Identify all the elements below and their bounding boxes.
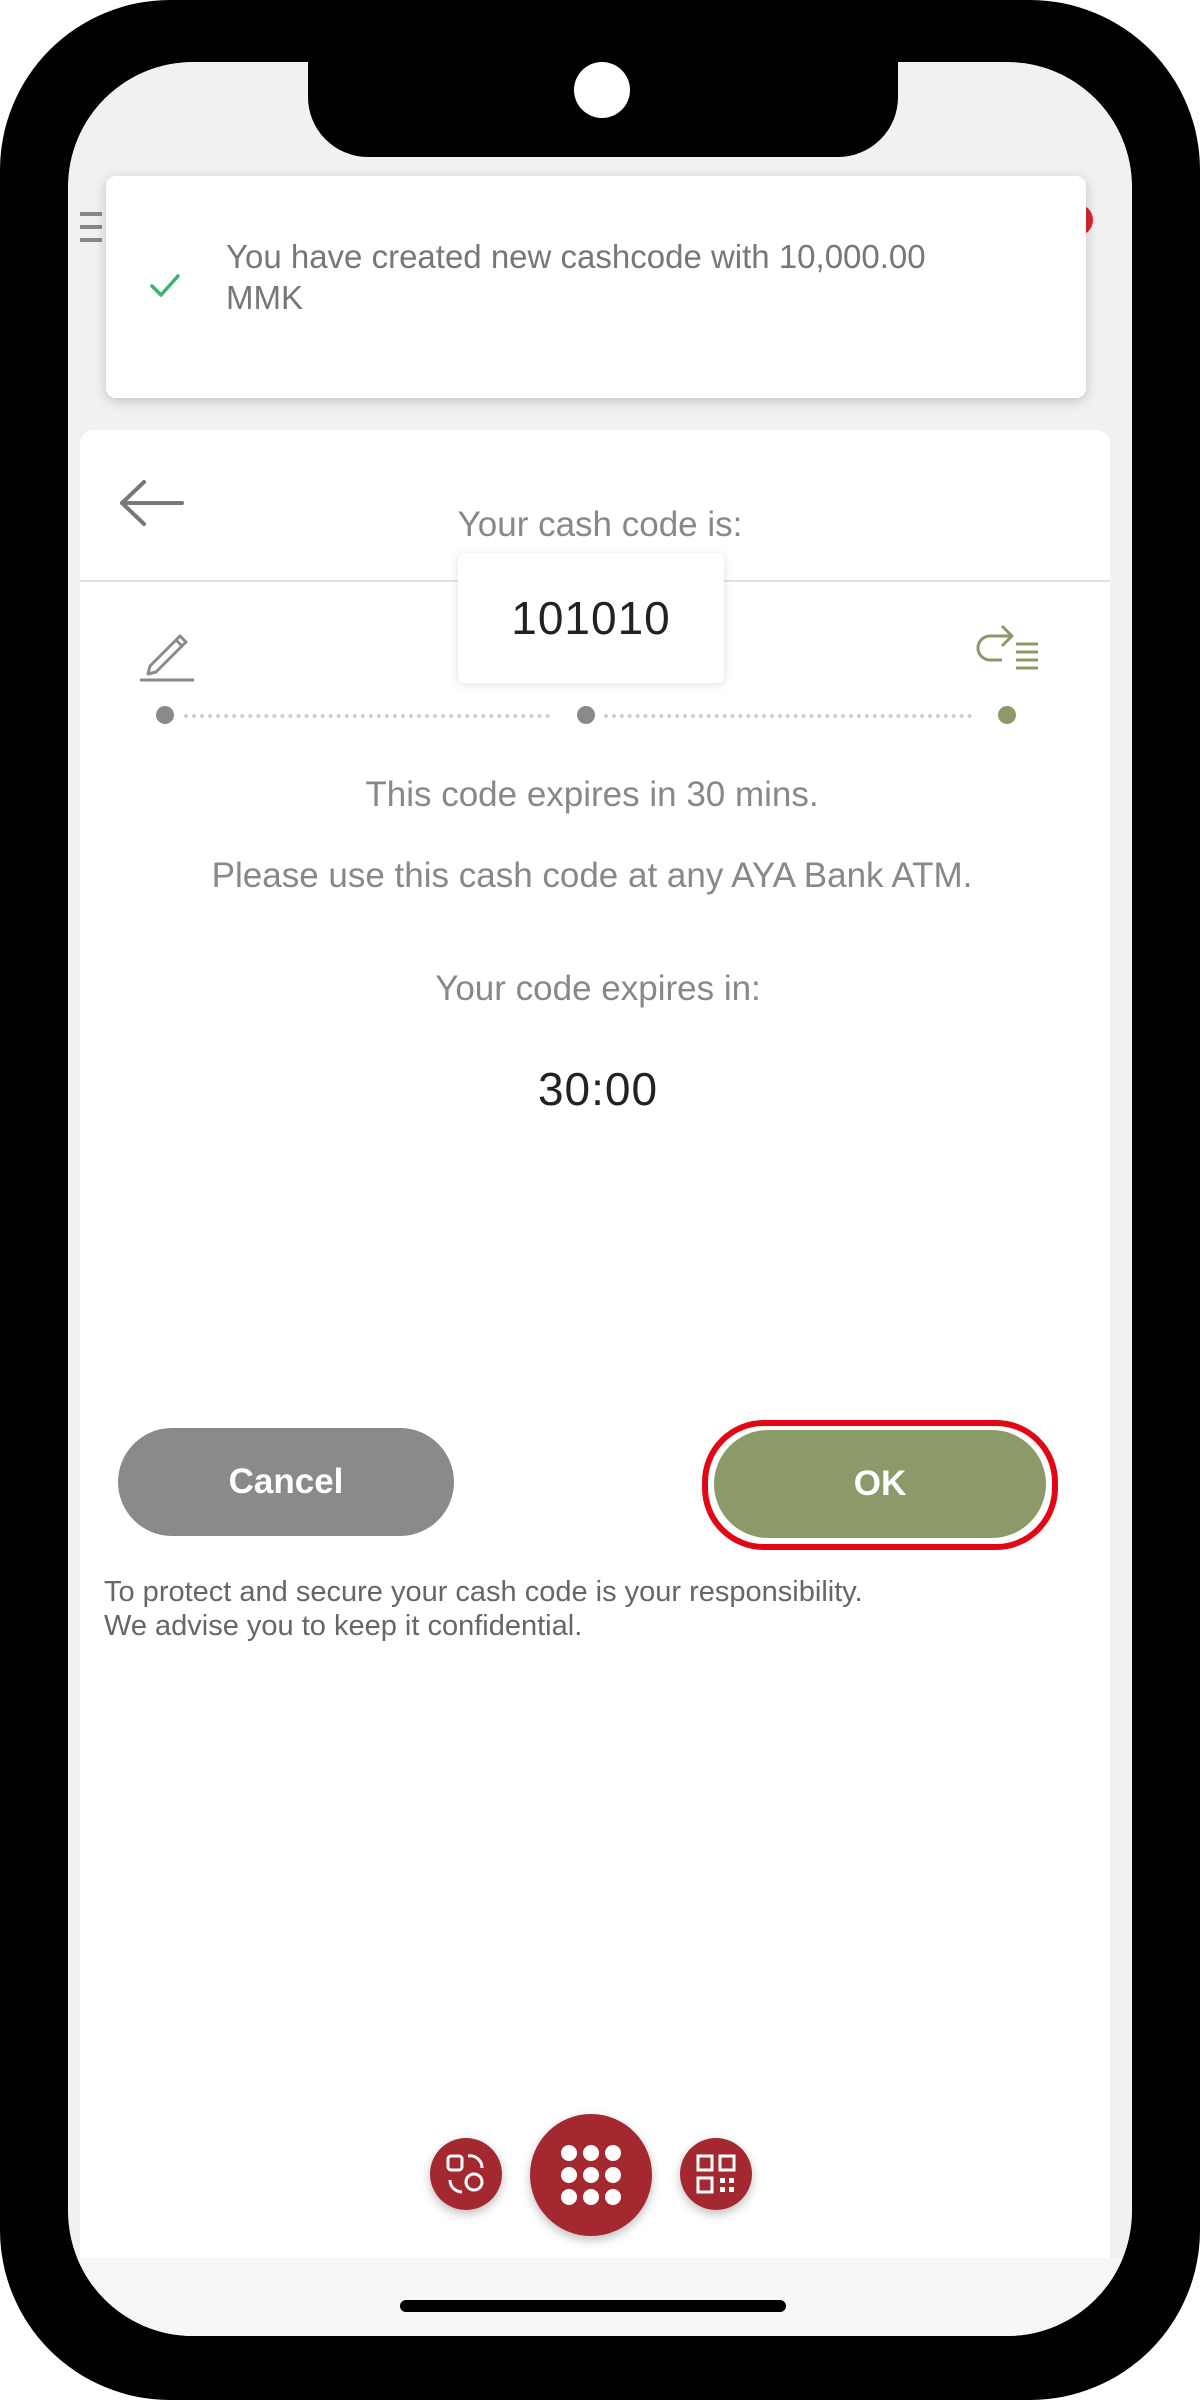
step-dot-3 [998, 706, 1016, 724]
timer-label: Your code expires in: [435, 969, 761, 1008]
bottom-safe-area [68, 2258, 1132, 2336]
confirm-list-icon [976, 624, 1038, 670]
phone-notch [308, 62, 898, 157]
cash-code-label: Your cash code is: [457, 505, 743, 544]
home-indicator[interactable] [400, 2300, 786, 2312]
security-note: To protect and secure your cash code is … [104, 1575, 1064, 1643]
app-screen: You have created new cashcode with 10,00… [68, 62, 1132, 2336]
step-connector-1 [184, 714, 550, 718]
qr-code-icon [696, 2154, 736, 2194]
menu-icon[interactable] [80, 212, 102, 251]
expiry-note: This code expires in 30 mins. [365, 775, 819, 814]
apps-grid-icon [561, 2145, 621, 2205]
apps-menu-button[interactable] [530, 2114, 652, 2236]
phone-frame: You have created new cashcode with 10,00… [0, 0, 1200, 2400]
cancel-button[interactable]: Cancel [118, 1428, 454, 1536]
pencil-icon [140, 634, 194, 682]
success-toast: You have created new cashcode with 10,00… [106, 176, 1086, 398]
cashcode-result-card [80, 430, 1110, 2270]
step-connector-2 [604, 714, 972, 718]
step-dot-2 [577, 706, 595, 724]
security-note-line2: We advise you to keep it confidential. [104, 1610, 583, 1642]
transfer-icon [446, 2154, 484, 2194]
ok-button[interactable]: OK [714, 1430, 1046, 1538]
usage-note: Please use this cash code at any AYA Ban… [211, 856, 973, 895]
ok-highlight-outline: OK [702, 1420, 1058, 1550]
qr-scan-button[interactable] [680, 2138, 752, 2210]
step-dot-1 [156, 706, 174, 724]
countdown-timer: 30:00 [537, 1063, 659, 1115]
camera-icon [574, 62, 630, 118]
cash-code-value: 101010 [458, 553, 724, 683]
transfer-button[interactable] [430, 2138, 502, 2210]
check-icon [150, 274, 180, 297]
toast-message: You have created new cashcode with 10,00… [226, 238, 926, 316]
security-note-line1: To protect and secure your cash code is … [104, 1576, 863, 1608]
